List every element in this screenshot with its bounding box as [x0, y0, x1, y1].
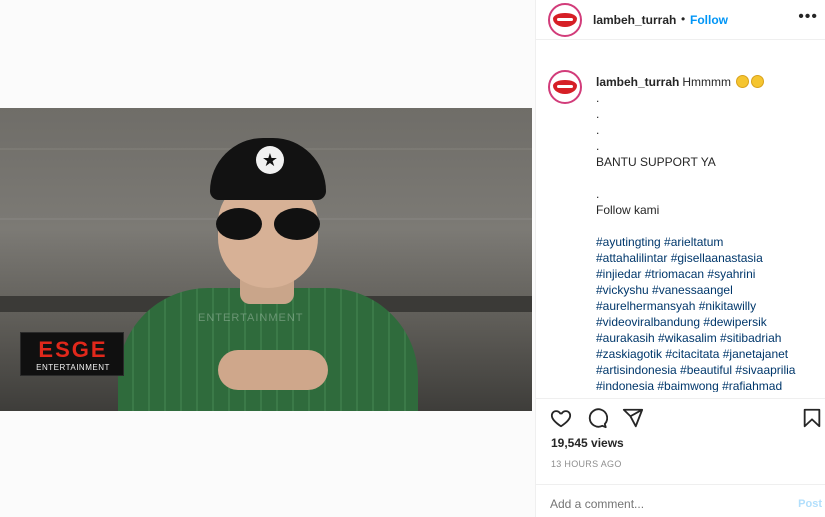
caption-follow-line: Follow kami [596, 203, 660, 217]
hashtag-line[interactable]: #indonesia #baimwong #rafiahmad [596, 379, 782, 392]
thinking-face-icon [736, 75, 750, 88]
heart-icon[interactable] [550, 407, 572, 429]
action-bar [536, 398, 825, 434]
lips-logo-icon [553, 80, 577, 94]
hashtag-line[interactable]: #artisindonesia #beautiful #sivaaprilia [596, 363, 795, 377]
caption-dot-line: . [596, 123, 600, 137]
lips-logo-icon [553, 13, 577, 27]
more-options-icon[interactable]: ••• [798, 8, 818, 26]
hashtag-list: #ayutingting #arieltatum #attahalilintar… [596, 234, 821, 392]
share-icon[interactable] [622, 407, 644, 429]
comment-input[interactable] [550, 497, 770, 511]
hashtag-line[interactable]: #zaskiagotik #citacitata #janetajanet [596, 347, 788, 361]
add-comment-bar: Post [536, 484, 825, 517]
caption-message: Hmmmm [682, 75, 732, 89]
esge-logo-title: ESGE [38, 337, 108, 362]
caption-dot-line: . [596, 187, 600, 201]
video-watermark: ENTERTAINMENT [198, 312, 304, 324]
caption-text: lambeh_turrah Hmmmm . . . . BANTU SUPPORT… [596, 74, 821, 392]
post-header: lambeh_turrah • Follow ••• [536, 0, 825, 40]
caption-dot-line: . [596, 107, 600, 121]
media-area: ★ ENTERTAINMENT ESGE ENTERTAINMENT [0, 0, 535, 517]
view-count[interactable]: 19,545 views [551, 436, 624, 450]
instagram-post-view: ★ ENTERTAINMENT ESGE ENTERTAINMENT lambe… [0, 0, 825, 517]
thinking-face-icon [751, 75, 765, 88]
post-side-panel: lambeh_turrah • Follow ••• lambeh_turrah… [535, 0, 825, 517]
hashtag-line[interactable]: #aurelhermansyah #nikitawilly [596, 299, 756, 313]
caption-support-line: BANTU SUPPORT YA [596, 155, 716, 169]
author-avatar[interactable] [548, 3, 582, 37]
caption-first-line: lambeh_turrah Hmmmm [596, 74, 821, 90]
subject-hands [218, 350, 328, 390]
video-subject: ★ [118, 138, 418, 411]
hashtag-line[interactable]: #aurakasih #wikasalim #sitibadriah [596, 331, 781, 345]
comment-icon[interactable] [586, 407, 608, 429]
caption-author-avatar[interactable] [548, 70, 582, 104]
post-timestamp[interactable]: 13 HOURS AGO [551, 459, 622, 469]
star-logo-icon: ★ [256, 146, 284, 174]
caption-dot-line: . [596, 91, 600, 105]
post-comment-button[interactable]: Post [798, 498, 822, 510]
hashtag-line[interactable]: #videoviralbandung #dewipersik [596, 315, 767, 329]
hashtag-line[interactable]: #attahalilintar #gisellaanastasia [596, 251, 763, 265]
separator-dot: • [681, 12, 686, 26]
hashtag-line[interactable]: #ayutingting #arieltatum [596, 235, 723, 249]
esge-logo-subtitle: ENTERTAINMENT [36, 363, 110, 372]
hashtag-line[interactable]: #injiedar #triomacan #syahrini [596, 267, 755, 281]
subject-sunglasses [216, 208, 320, 240]
hashtag-line[interactable]: #vickyshu #vanessaangel [596, 283, 733, 297]
video-player[interactable]: ★ ENTERTAINMENT ESGE ENTERTAINMENT [0, 108, 532, 411]
caption-section: lambeh_turrah Hmmmm . . . . BANTU SUPPORT… [536, 60, 825, 392]
follow-button[interactable]: Follow [690, 13, 728, 27]
esge-logo: ESGE ENTERTAINMENT [20, 332, 124, 376]
caption-author-username[interactable]: lambeh_turrah [596, 75, 679, 89]
author-username[interactable]: lambeh_turrah [593, 13, 676, 27]
caption-dot-line: . [596, 139, 600, 153]
bookmark-icon[interactable] [801, 407, 823, 429]
